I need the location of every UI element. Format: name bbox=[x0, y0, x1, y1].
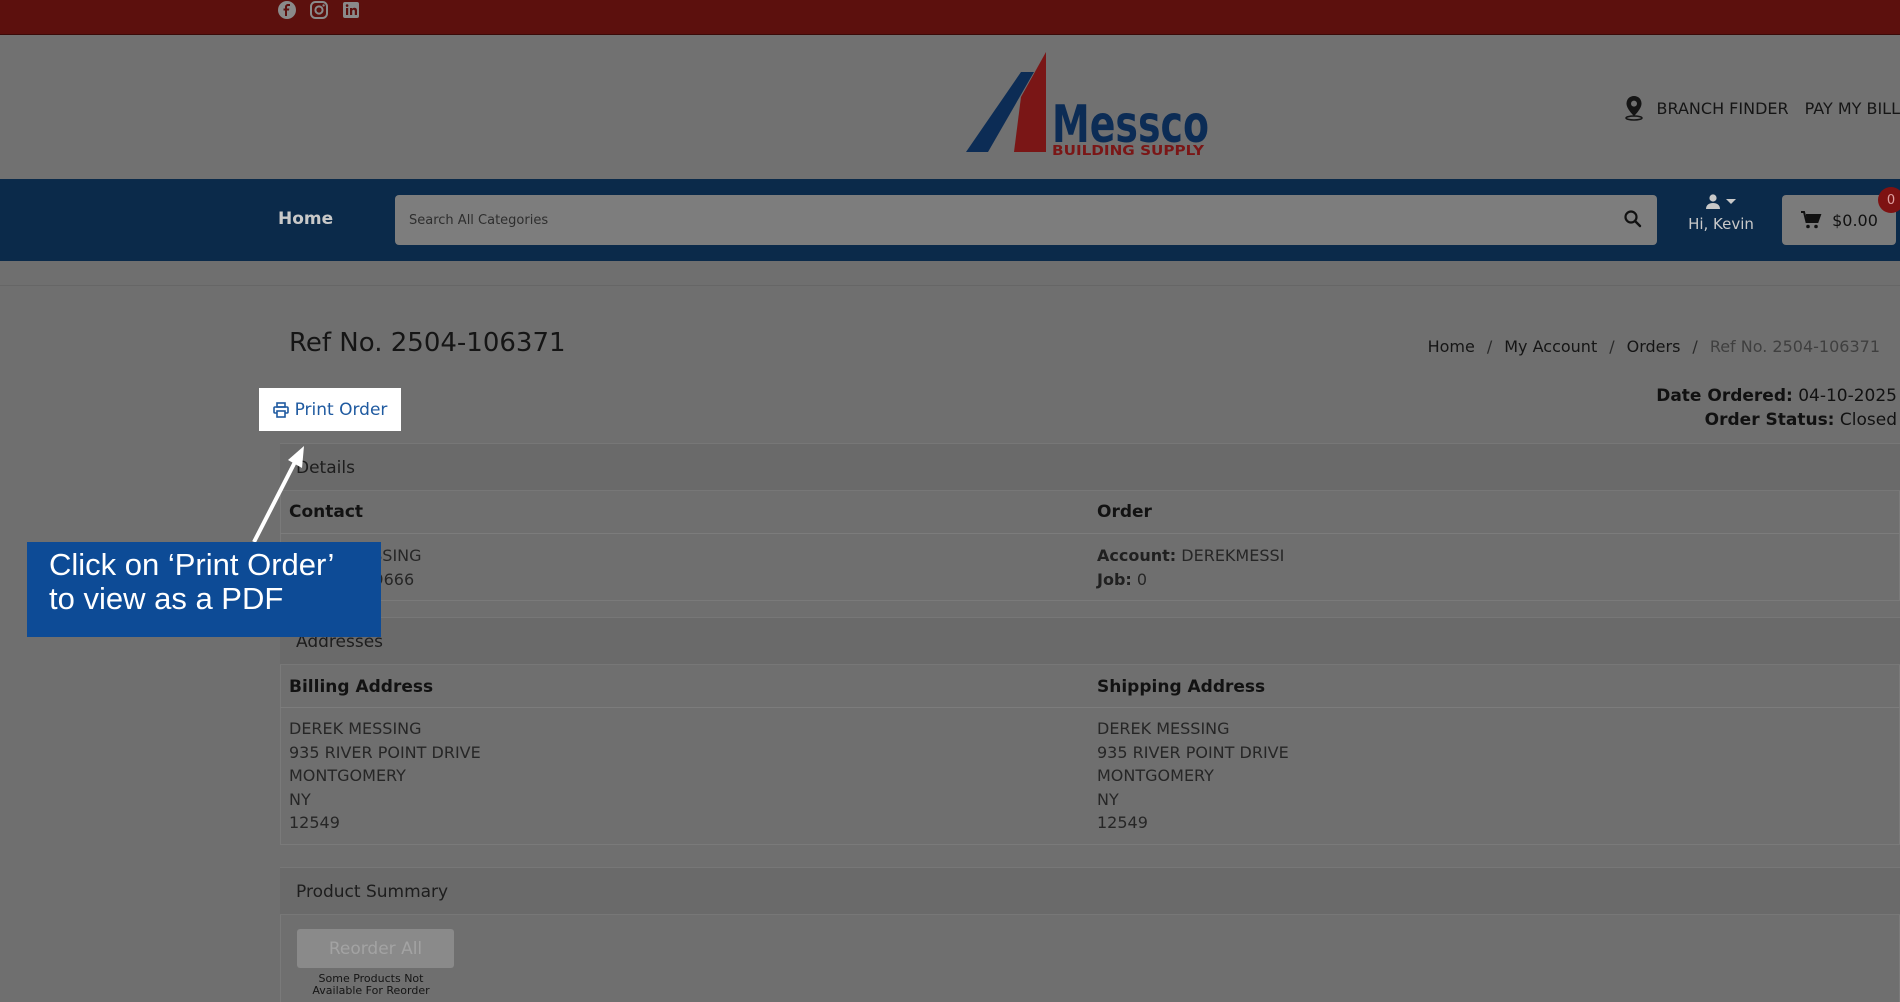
breadcrumb-separator: / bbox=[1486, 337, 1493, 356]
details-section-header: Details bbox=[280, 443, 1900, 491]
breadcrumb: Home / My Account / Orders / Ref No. 250… bbox=[1428, 337, 1880, 356]
billing-address: DEREK MESSING 935 RIVER POINT DRIVE MONT… bbox=[289, 717, 481, 835]
order-meta: Date Ordered: 04-10-2025 Order Status: C… bbox=[1656, 384, 1897, 432]
social-links bbox=[276, 0, 362, 20]
account-label: Account: bbox=[1097, 546, 1177, 565]
callout-line-2: to view as a PDF bbox=[49, 581, 284, 616]
shipping-address-heading: Shipping Address bbox=[1097, 677, 1266, 697]
breadcrumb-orders[interactable]: Orders bbox=[1627, 337, 1681, 356]
cart-count-badge: 0 bbox=[1878, 187, 1900, 213]
main-nav: Home Hi, Kevin $0.00 0 bbox=[0, 179, 1900, 261]
shipping-address: DEREK MESSING 935 RIVER POINT DRIVE MONT… bbox=[1097, 717, 1289, 835]
shipping-zip: 12549 bbox=[1097, 813, 1148, 832]
billing-state: NY bbox=[289, 789, 311, 809]
reorder-all-button[interactable]: Reorder All bbox=[297, 929, 454, 968]
shipping-state: NY bbox=[1097, 789, 1119, 809]
linkedin-icon[interactable] bbox=[340, 0, 362, 20]
instagram-icon[interactable] bbox=[308, 0, 330, 20]
search-input[interactable] bbox=[409, 195, 1589, 245]
order-heading: Order bbox=[1097, 502, 1152, 522]
messco-logo[interactable]: Messco BUILDING SUPPLY bbox=[966, 52, 1211, 172]
location-pin-icon bbox=[1624, 96, 1643, 121]
order-status-value: Closed bbox=[1839, 410, 1897, 430]
billing-zip: 12549 bbox=[289, 813, 340, 832]
callout-line-1: Click on ‘Print Order’ bbox=[49, 547, 335, 582]
billing-address-heading: Billing Address bbox=[289, 677, 434, 697]
breadcrumb-separator: / bbox=[1609, 337, 1615, 356]
product-summary-title: Product Summary bbox=[296, 882, 449, 902]
billing-name: DEREK MESSING bbox=[289, 719, 422, 738]
nav-home-link[interactable]: Home bbox=[278, 209, 333, 229]
shipping-name: DEREK MESSING bbox=[1097, 719, 1230, 738]
cart-total: $0.00 bbox=[1832, 210, 1878, 230]
facebook-icon[interactable] bbox=[276, 0, 298, 20]
job-value: 0 bbox=[1136, 569, 1148, 589]
billing-street: 935 RIVER POINT DRIVE bbox=[289, 742, 481, 762]
reorder-note: Some Products Not Available For Reorder bbox=[312, 972, 430, 997]
divider bbox=[280, 707, 1900, 708]
divider bbox=[0, 285, 1900, 286]
search-bar bbox=[395, 195, 1657, 245]
breadcrumb-current: Ref No. 2504-106371 bbox=[1709, 337, 1880, 356]
breadcrumb-home[interactable]: Home bbox=[1428, 337, 1475, 356]
branch-finder-link[interactable]: BRANCH FINDER bbox=[1657, 99, 1789, 118]
print-order-label: Print Order bbox=[294, 399, 388, 420]
date-ordered-value: 04-10-2025 bbox=[1798, 386, 1897, 406]
breadcrumb-separator: / bbox=[1692, 337, 1698, 356]
shipping-street: 935 RIVER POINT DRIVE bbox=[1097, 742, 1289, 762]
top-bar bbox=[0, 0, 1900, 35]
order-status-label: Order Status: bbox=[1704, 410, 1835, 430]
callout-arrow bbox=[252, 446, 304, 543]
printer-icon bbox=[272, 401, 289, 418]
print-order-button[interactable]: Print Order bbox=[259, 388, 401, 431]
header-links: BRANCH FINDER PAY MY BILL bbox=[1623, 95, 1900, 121]
search-icon[interactable] bbox=[1623, 209, 1643, 229]
cart-icon bbox=[1801, 211, 1822, 229]
addresses-section-header: Addresses bbox=[280, 617, 1900, 665]
cart-button[interactable]: $0.00 0 bbox=[1782, 187, 1900, 245]
user-greeting: Hi, Kevin bbox=[1688, 215, 1754, 233]
job-label: Job: bbox=[1097, 569, 1132, 589]
shipping-city: MONTGOMERY bbox=[1097, 766, 1214, 785]
logo-tagline-text: BUILDING SUPPLY bbox=[1052, 144, 1205, 159]
site-header: Messco BUILDING SUPPLY BRANCH FINDER PAY… bbox=[0, 35, 1900, 179]
order-info: Account: DEREKMESSI Job: 0 bbox=[1097, 544, 1284, 591]
breadcrumb-my-account[interactable]: My Account bbox=[1504, 337, 1597, 356]
user-icon bbox=[1706, 194, 1720, 209]
divider bbox=[280, 533, 1900, 534]
billing-city: MONTGOMERY bbox=[289, 766, 406, 785]
account-value: DEREKMESSI bbox=[1181, 546, 1285, 565]
product-summary-header: Product Summary bbox=[280, 867, 1900, 915]
page-title: Ref No. 2504-106371 bbox=[289, 328, 566, 358]
pay-my-bill-link[interactable]: PAY MY BILL bbox=[1805, 99, 1900, 118]
user-menu[interactable]: Hi, Kevin bbox=[1686, 193, 1756, 249]
instruction-callout: Click on ‘Print Order’ to view as a PDF bbox=[27, 542, 381, 637]
date-ordered-label: Date Ordered: bbox=[1656, 386, 1793, 406]
chevron-down-icon bbox=[1726, 199, 1736, 204]
